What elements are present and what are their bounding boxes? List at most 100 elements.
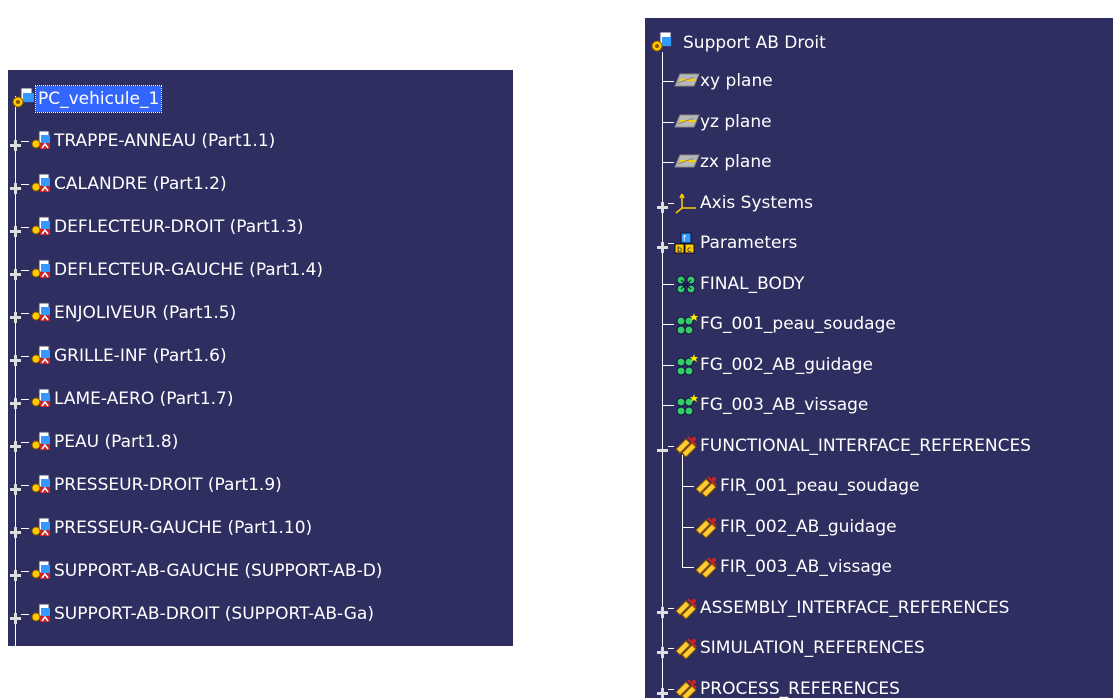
tree-node[interactable]: SIMULATION_REFERENCES bbox=[645, 635, 1113, 661]
part-product-icon bbox=[30, 431, 52, 457]
references-icon bbox=[674, 678, 700, 698]
part-product-icon bbox=[30, 130, 52, 156]
tree-node[interactable]: FG_001_peau_soudage bbox=[645, 311, 1113, 337]
tree-connector-line bbox=[21, 184, 29, 185]
expand-icon[interactable] bbox=[10, 437, 21, 452]
feature-group-icon bbox=[674, 313, 698, 339]
tree-node[interactable]: FIR_001_peau_soudage bbox=[645, 473, 1113, 499]
tree-node-label: PRESSEUR-GAUCHE (Part1.10) bbox=[54, 518, 313, 538]
tree-node[interactable]: FIR_003_AB_vissage bbox=[645, 554, 1113, 580]
tree-node[interactable]: xy plane bbox=[645, 68, 1113, 94]
tree-node[interactable]: Axis Systems bbox=[645, 190, 1113, 216]
expand-icon[interactable] bbox=[10, 179, 21, 194]
tree-node[interactable]: yz plane bbox=[645, 109, 1113, 135]
right-specification-tree: Support AB Droit xy plane yz plane zx plan… bbox=[645, 18, 1113, 698]
plane-icon bbox=[674, 70, 700, 94]
tree-connector-line bbox=[682, 567, 694, 568]
tree-node-label: PRESSEUR-DROIT (Part1.9) bbox=[54, 475, 282, 495]
tree-connector-line bbox=[21, 270, 29, 271]
tree-node-label: SUPPORT-AB-DROIT (SUPPORT-AB-Ga) bbox=[54, 604, 374, 624]
tree-connector-line bbox=[662, 81, 674, 82]
tree-node[interactable]: CALANDRE (Part1.2) bbox=[8, 171, 513, 197]
tree-connector-line bbox=[21, 528, 29, 529]
tree-node[interactable]: TRAPPE-ANNEAU (Part1.1) bbox=[8, 128, 513, 154]
tree-connector-line bbox=[21, 399, 29, 400]
tree-node[interactable]: PRESSEUR-GAUCHE (Part1.10) bbox=[8, 515, 513, 541]
tree-node[interactable]: DEFLECTEUR-GAUCHE (Part1.4) bbox=[8, 257, 513, 283]
tree-node-label: TRAPPE-ANNEAU (Part1.1) bbox=[54, 131, 276, 151]
tree-node-label: SIMULATION_REFERENCES bbox=[700, 638, 925, 658]
expand-icon[interactable] bbox=[657, 198, 668, 213]
expand-icon[interactable] bbox=[10, 566, 21, 581]
expand-icon[interactable] bbox=[657, 238, 668, 253]
tree-node-label: DEFLECTEUR-GAUCHE (Part1.4) bbox=[54, 260, 324, 280]
tree-connector-line bbox=[21, 356, 29, 357]
tree-node[interactable]: f b c Parameters bbox=[645, 230, 1113, 256]
tree-node[interactable]: ASSEMBLY_INTERFACE_REFERENCES bbox=[645, 595, 1113, 621]
tree-node-label: SUPPORT-AB-GAUCHE (SUPPORT-AB-D) bbox=[54, 561, 383, 581]
part-product-icon bbox=[30, 603, 52, 629]
references-icon bbox=[694, 475, 720, 501]
tree-node-label: zx plane bbox=[700, 152, 772, 172]
tree-node-label: FUNCTIONAL_INTERFACE_REFERENCES bbox=[700, 436, 1031, 456]
tree-node[interactable]: FG_002_AB_guidage bbox=[645, 352, 1113, 378]
expand-icon[interactable] bbox=[10, 308, 21, 323]
expand-icon[interactable] bbox=[657, 603, 668, 618]
references-icon bbox=[694, 516, 720, 542]
tree-node-label: FG_003_AB_vissage bbox=[700, 395, 869, 415]
expand-icon[interactable] bbox=[10, 265, 21, 280]
tree-node[interactable]: PROCESS_REFERENCES bbox=[645, 676, 1113, 698]
tree-node[interactable]: PEAU (Part1.8) bbox=[8, 429, 513, 455]
tree-node[interactable]: GRILLE-INF (Part1.6) bbox=[8, 343, 513, 369]
expand-icon[interactable] bbox=[10, 609, 21, 624]
tree-connector-line bbox=[662, 365, 674, 366]
tree-connector-line bbox=[682, 454, 683, 567]
tree-connector-line bbox=[21, 485, 29, 486]
tree-node-label: yz plane bbox=[700, 112, 772, 132]
references-icon bbox=[694, 556, 720, 582]
expand-icon[interactable] bbox=[10, 480, 21, 495]
tree-root-label: Support AB Droit bbox=[683, 33, 826, 53]
tree-connector-line bbox=[662, 162, 674, 163]
tree-node[interactable]: SUPPORT-AB-GAUCHE (SUPPORT-AB-D) bbox=[8, 558, 513, 584]
tree-node-label: LAME-AERO (Part1.7) bbox=[54, 389, 234, 409]
plane-icon bbox=[674, 151, 700, 175]
expand-icon[interactable] bbox=[657, 684, 668, 698]
tree-node-label: Axis Systems bbox=[700, 193, 813, 213]
tree-connector-line bbox=[21, 571, 29, 572]
expand-icon[interactable] bbox=[10, 523, 21, 538]
expand-icon[interactable] bbox=[10, 136, 21, 151]
tree-node[interactable]: FG_003_AB_vissage bbox=[645, 392, 1113, 418]
tree-node[interactable]: FUNCTIONAL_INTERFACE_REFERENCES bbox=[645, 433, 1113, 459]
tree-node-label: GRILLE-INF (Part1.6) bbox=[54, 346, 227, 366]
tree-node[interactable]: SUPPORT-AB-DROIT (SUPPORT-AB-Ga) bbox=[8, 601, 513, 627]
tree-connector-line bbox=[662, 324, 674, 325]
expand-icon[interactable] bbox=[10, 222, 21, 237]
tree-node[interactable]: ENJOLIVEUR (Part1.5) bbox=[8, 300, 513, 326]
tree-connector-line bbox=[662, 284, 674, 285]
tree-node[interactable]: DEFLECTEUR-DROIT (Part1.3) bbox=[8, 214, 513, 240]
svg-text:b: b bbox=[677, 245, 682, 254]
expand-icon[interactable] bbox=[10, 394, 21, 409]
plane-icon bbox=[674, 111, 700, 135]
part-product-icon bbox=[30, 560, 52, 586]
tree-node[interactable]: LAME-AERO (Part1.7) bbox=[8, 386, 513, 412]
expand-icon[interactable] bbox=[10, 351, 21, 366]
tree-node[interactable]: FIR_002_AB_guidage bbox=[645, 514, 1113, 540]
tree-node-label: FG_002_AB_guidage bbox=[700, 355, 873, 375]
part-product-icon bbox=[30, 173, 52, 199]
svg-text:c: c bbox=[687, 245, 691, 254]
svg-text:f: f bbox=[683, 234, 686, 243]
tree-connector-line bbox=[682, 486, 694, 487]
tree-node[interactable]: zx plane bbox=[645, 149, 1113, 175]
tree-node-label: CALANDRE (Part1.2) bbox=[54, 174, 227, 194]
references-icon bbox=[674, 435, 700, 461]
tree-node-label: PEAU (Part1.8) bbox=[54, 432, 179, 452]
product-icon bbox=[10, 87, 36, 114]
expand-icon[interactable] bbox=[657, 643, 668, 658]
body-icon bbox=[674, 273, 698, 299]
tree-node-label: FINAL_BODY bbox=[700, 274, 805, 294]
tree-node[interactable]: PRESSEUR-DROIT (Part1.9) bbox=[8, 472, 513, 498]
collapse-icon[interactable] bbox=[657, 441, 668, 452]
tree-node[interactable]: FINAL_BODY bbox=[645, 271, 1113, 297]
